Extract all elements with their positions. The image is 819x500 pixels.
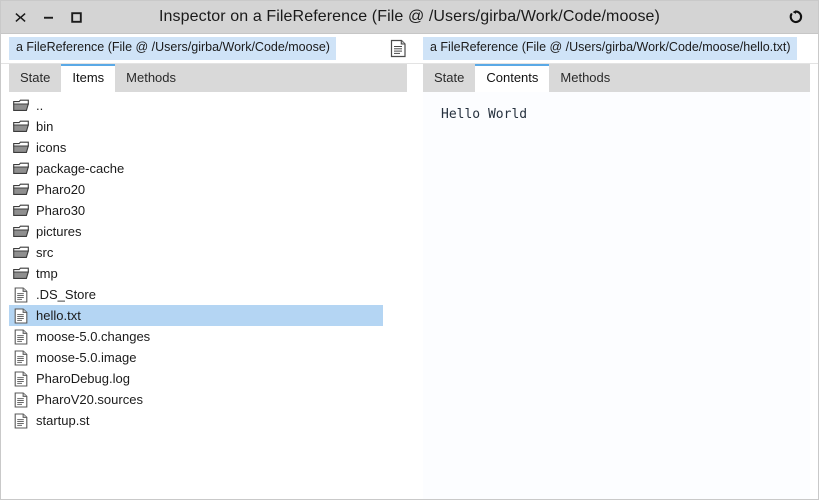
- close-icon[interactable]: [13, 10, 27, 24]
- breadcrumb-right-group: a FileReference (File @ /Users/girba/Wor…: [415, 34, 818, 63]
- tab-items[interactable]: Items: [61, 64, 116, 92]
- list-item-label: .DS_Store: [36, 287, 96, 302]
- list-item[interactable]: bin: [9, 116, 383, 137]
- folder-icon: [13, 182, 29, 198]
- refresh-history-icon[interactable]: [788, 9, 804, 25]
- list-item[interactable]: hello.txt: [9, 305, 383, 326]
- left-pane: State Items Methods .. bin icons package-ca…: [1, 64, 415, 499]
- list-item[interactable]: package-cache: [9, 158, 383, 179]
- right-tabbar-filler: [621, 64, 810, 92]
- breadcrumb: a FileReference (File @ /Users/girba/Wor…: [1, 34, 818, 64]
- tab-state-right[interactable]: State: [423, 64, 475, 92]
- list-item-label: moose-5.0.changes: [36, 329, 151, 344]
- list-item[interactable]: moose-5.0.image: [9, 347, 383, 368]
- list-item-label: hello.txt: [36, 308, 81, 323]
- tab-methods-right[interactable]: Methods: [549, 64, 621, 92]
- file-icon: [13, 286, 29, 303]
- list-item[interactable]: Pharo20: [9, 179, 383, 200]
- right-pane: State Contents Methods Hello World: [415, 64, 818, 499]
- list-item[interactable]: startup.st: [9, 410, 383, 431]
- file-icon: [13, 412, 29, 429]
- folder-icon: [13, 161, 29, 177]
- right-pane-body: Hello World: [423, 92, 810, 499]
- tab-methods[interactable]: Methods: [115, 64, 187, 92]
- list-item-label: startup.st: [36, 413, 90, 428]
- folder-icon: [13, 98, 29, 114]
- minimize-icon[interactable]: [41, 10, 55, 24]
- folder-icon: [13, 203, 29, 219]
- list-item-label: PharoDebug.log: [36, 371, 130, 386]
- list-item-label: pictures: [36, 224, 82, 239]
- window-controls: [1, 1, 83, 33]
- folder-icon: [13, 245, 29, 261]
- list-item-label: bin: [36, 119, 54, 134]
- list-item[interactable]: pictures: [9, 221, 383, 242]
- list-item[interactable]: tmp: [9, 263, 383, 284]
- panes-container: State Items Methods .. bin icons package-ca…: [1, 64, 818, 499]
- file-icon: [13, 349, 29, 366]
- left-pane-body: .. bin icons package-cache Pharo20 Pharo30 pic…: [9, 92, 407, 499]
- title-bar: Inspector on a FileReference (File @ /Us…: [1, 1, 818, 34]
- list-item-label: moose-5.0.image: [36, 350, 137, 365]
- list-item[interactable]: Pharo30: [9, 200, 383, 221]
- left-tabbar-filler: [187, 64, 407, 92]
- list-item-label: PharoV20.sources: [36, 392, 143, 407]
- right-pane-inner: State Contents Methods Hello World: [423, 64, 810, 499]
- left-tabbar: State Items Methods: [9, 64, 407, 92]
- list-item[interactable]: icons: [9, 137, 383, 158]
- document-icon: [390, 39, 407, 58]
- file-icon: [13, 370, 29, 387]
- list-item[interactable]: ..: [9, 95, 383, 116]
- file-contents-text[interactable]: Hello World: [423, 92, 810, 124]
- folder-icon: [13, 266, 29, 282]
- list-item-label: package-cache: [36, 161, 125, 176]
- list-item[interactable]: moose-5.0.changes: [9, 326, 383, 347]
- list-item[interactable]: PharoV20.sources: [9, 389, 383, 410]
- file-icon: [13, 391, 29, 408]
- folder-icon: [13, 224, 29, 240]
- titlebar-actions: [788, 9, 818, 25]
- maximize-icon[interactable]: [69, 10, 83, 24]
- list-item-label: src: [36, 245, 54, 260]
- list-item-label: Pharo20: [36, 182, 86, 197]
- list-item[interactable]: PharoDebug.log: [9, 368, 383, 389]
- folder-icon: [13, 119, 29, 135]
- list-item-label: ..: [36, 98, 44, 113]
- list-item-label: tmp: [36, 266, 58, 281]
- list-item[interactable]: .DS_Store: [9, 284, 383, 305]
- file-icon: [13, 328, 29, 345]
- list-item-label: icons: [36, 140, 67, 155]
- tab-state[interactable]: State: [9, 64, 61, 92]
- window-title: Inspector on a FileReference (File @ /Us…: [159, 8, 660, 25]
- left-pane-inner: State Items Methods .. bin icons package-ca…: [9, 64, 407, 499]
- list-item[interactable]: src: [9, 242, 383, 263]
- file-icon: [13, 307, 29, 324]
- inspector-window: Inspector on a FileReference (File @ /Us…: [0, 0, 819, 500]
- breadcrumb-left-group: a FileReference (File @ /Users/girba/Wor…: [1, 34, 415, 63]
- file-list[interactable]: .. bin icons package-cache Pharo20 Pharo30 pic…: [9, 92, 407, 431]
- tab-contents[interactable]: Contents: [475, 64, 550, 92]
- breadcrumb-item-file[interactable]: a FileReference (File @ /Users/girba/Wor…: [423, 37, 797, 60]
- folder-icon: [13, 140, 29, 156]
- right-tabbar: State Contents Methods: [423, 64, 810, 92]
- breadcrumb-item-root[interactable]: a FileReference (File @ /Users/girba/Wor…: [9, 37, 336, 60]
- list-item-label: Pharo30: [36, 203, 86, 218]
